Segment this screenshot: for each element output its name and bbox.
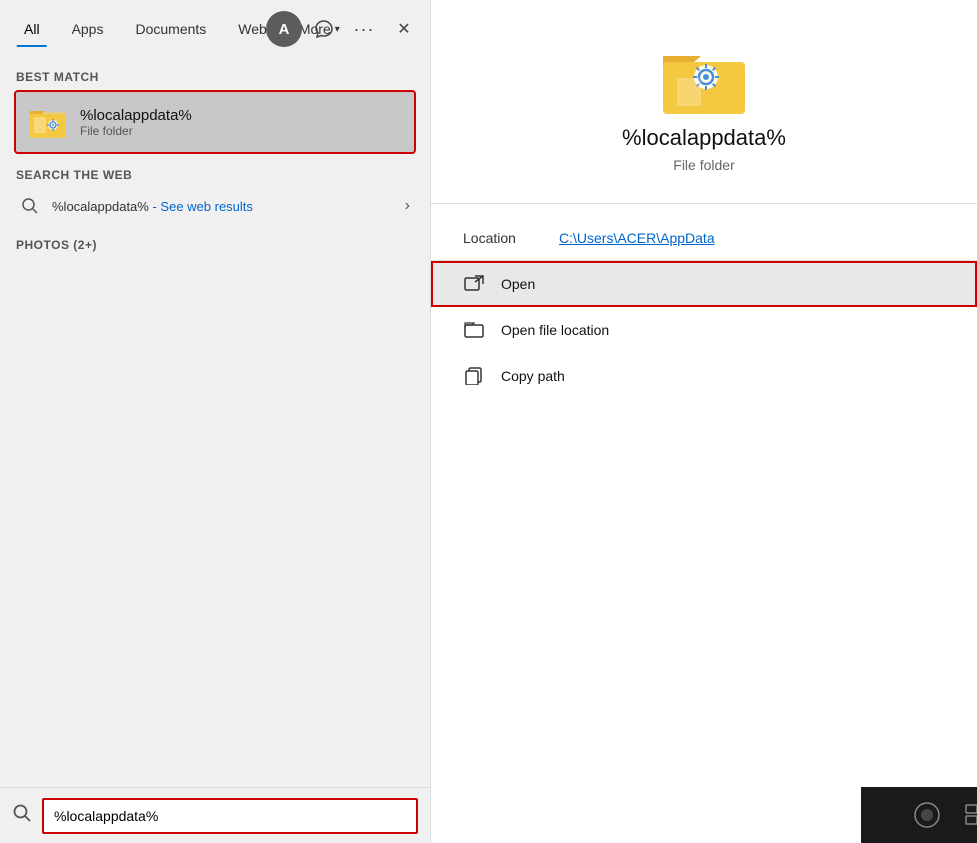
web-search-item[interactable]: %localappdata% - See web results › — [16, 190, 414, 222]
search-bar-icon — [12, 803, 32, 828]
open-file-location-icon — [463, 319, 485, 341]
location-row: Location C:\Users\ACER\AppData — [431, 220, 977, 256]
right-panel-content: %localappdata% File folder Location C:\U… — [431, 0, 977, 843]
action-open[interactable]: Open — [431, 261, 977, 307]
tabs-bar: All Apps Documents Web More ▾ A ··· ✕ — [0, 0, 430, 58]
action-open-file-location-label: Open file location — [501, 322, 609, 338]
web-search-label: Search the web — [16, 168, 414, 182]
copy-path-icon — [463, 365, 485, 387]
action-open-file-location[interactable]: Open file location — [431, 307, 977, 353]
search-icon — [20, 196, 40, 216]
taskbar-cortana[interactable] — [905, 793, 949, 837]
best-match-item[interactable]: %localappdata% File folder — [16, 92, 414, 152]
taskbar-task-view[interactable] — [957, 793, 977, 837]
best-match-text-block: %localappdata% File folder — [80, 107, 192, 138]
search-input[interactable] — [42, 798, 418, 834]
folder-gear-svg — [28, 102, 68, 142]
right-panel-file-name: %localappdata% — [622, 125, 786, 151]
search-panel: All Apps Documents Web More ▾ A ··· ✕ — [0, 0, 430, 843]
chat-icon — [315, 20, 333, 38]
photos-section: Photos (2+) — [16, 238, 414, 252]
more-options-button[interactable]: ··· — [346, 11, 382, 47]
folder-icon — [28, 102, 68, 142]
close-icon: ✕ — [397, 19, 410, 39]
photos-label: Photos (2+) — [16, 238, 414, 252]
ellipsis-icon: ··· — [354, 19, 375, 40]
tab-all[interactable]: All — [10, 13, 54, 45]
chat-button[interactable] — [306, 11, 342, 47]
folder-icon-large-svg — [659, 40, 749, 120]
tab-apps[interactable]: Apps — [58, 13, 118, 45]
window-controls: A ··· ✕ — [266, 0, 430, 58]
best-match-type: File folder — [80, 124, 192, 138]
right-panel: %localappdata% File folder Location C:\U… — [430, 0, 977, 843]
open-icon — [463, 273, 485, 295]
folder-icon-large — [659, 40, 749, 125]
location-label: Location — [463, 230, 543, 246]
action-open-label: Open — [501, 276, 535, 292]
right-panel-file-type: File folder — [673, 157, 734, 173]
close-button[interactable]: ✕ — [386, 11, 422, 47]
search-bar — [0, 787, 430, 843]
search-results-area: Best match — [0, 58, 430, 787]
web-search-text: %localappdata% - See web results — [52, 199, 253, 214]
action-list: Open Open file location — [431, 261, 977, 399]
best-match-label: Best match — [16, 70, 414, 84]
web-search-arrow-button[interactable]: › — [405, 197, 410, 215]
action-copy-path[interactable]: Copy path — [431, 353, 977, 399]
web-search-section: Search the web %localappdata% - See web … — [16, 168, 414, 222]
divider-top — [431, 203, 977, 204]
location-value[interactable]: C:\Users\ACER\AppData — [559, 230, 715, 246]
best-match-name: %localappdata% — [80, 107, 192, 124]
taskbar — [861, 787, 977, 843]
avatar-button[interactable]: A — [266, 11, 302, 47]
action-copy-path-label: Copy path — [501, 368, 565, 384]
tab-documents[interactable]: Documents — [121, 13, 220, 45]
